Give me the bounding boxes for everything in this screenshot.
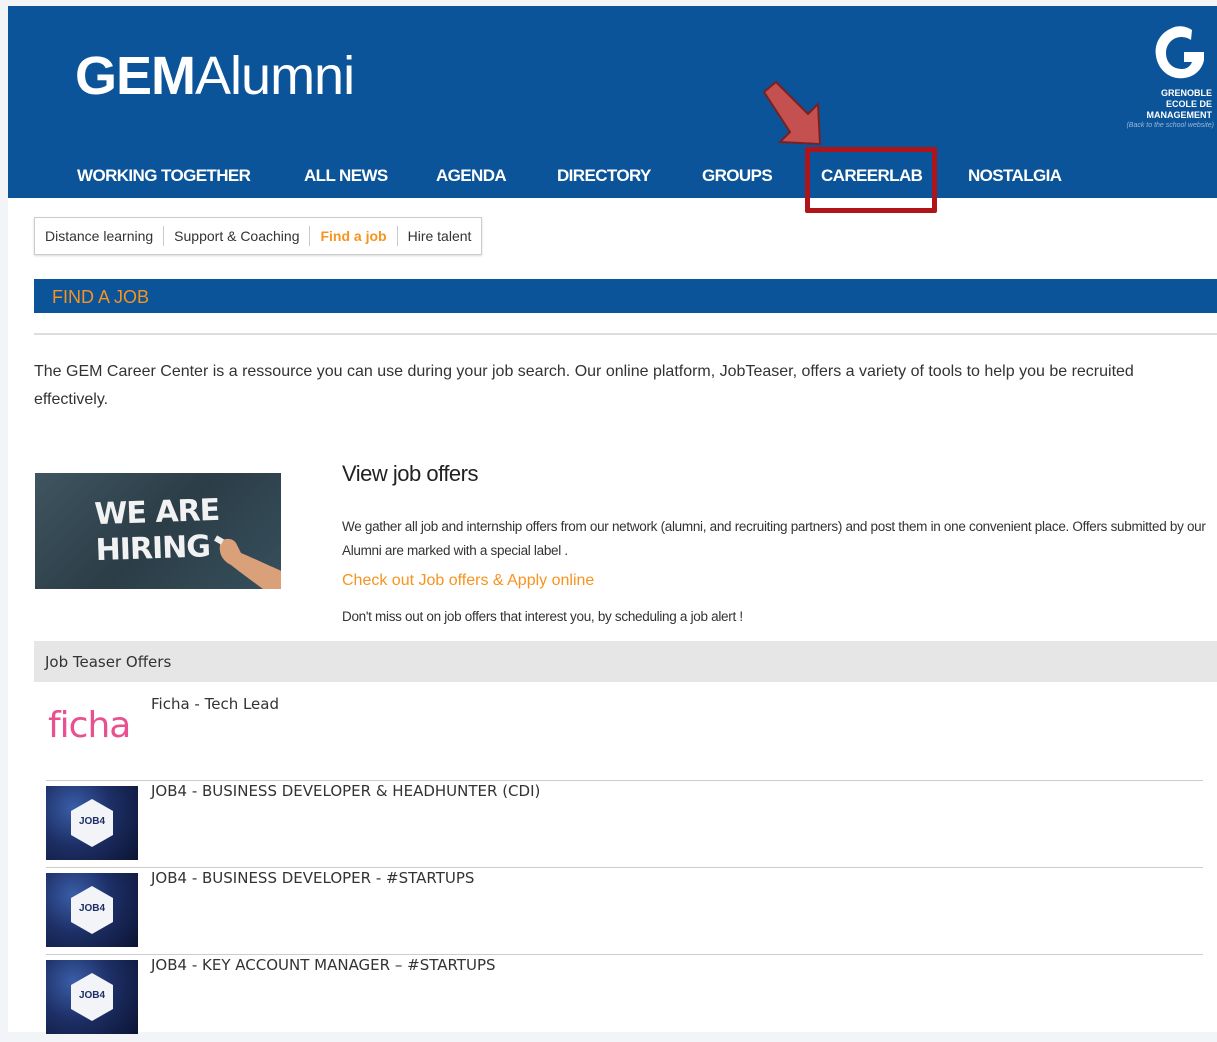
job-title[interactable]: JOB4 - BUSINESS DEVELOPER & HEADHUNTER (… bbox=[151, 782, 540, 800]
job-row[interactable]: JOB4 JOB4 - KEY ACCOUNT MANAGER – #START… bbox=[46, 956, 1203, 1042]
gem-alumni-logo[interactable]: GEMAlumni bbox=[75, 46, 355, 106]
careerlab-highlight-box bbox=[805, 147, 937, 213]
nav-all-news[interactable]: ALL NEWS bbox=[304, 166, 388, 186]
job4-logo: JOB4 bbox=[46, 960, 138, 1034]
hand-chalk-icon bbox=[214, 535, 281, 589]
job-teaser-title: Job Teaser Offers bbox=[45, 653, 172, 671]
job4-logo: JOB4 bbox=[46, 786, 138, 860]
apply-online-link[interactable]: Check out Job offers & Apply online bbox=[342, 572, 594, 590]
job-title[interactable]: JOB4 - BUSINESS DEVELOPER - #STARTUPS bbox=[151, 869, 474, 887]
page: GEMAlumni GRENOBLE ECOLE DE MANAGEMENT (… bbox=[8, 6, 1217, 1034]
job4-logo-text: JOB4 bbox=[78, 816, 106, 827]
school-logo[interactable]: GRENOBLE ECOLE DE MANAGEMENT (Back to th… bbox=[1102, 22, 1214, 137]
nav-nostalgia[interactable]: NOSTALGIA bbox=[968, 166, 1062, 186]
job-row[interactable]: JOB4 JOB4 - BUSINESS DEVELOPER & HEADHUN… bbox=[46, 782, 1203, 868]
grenoble-g-icon bbox=[1155, 26, 1204, 79]
school-name: GRENOBLE ECOLE DE MANAGEMENT bbox=[1146, 88, 1213, 120]
nav-agenda[interactable]: AGENDA bbox=[436, 166, 507, 186]
job-alert-text: Don't miss out on job offers that intere… bbox=[342, 609, 743, 624]
we-are-hiring-image: WE ARE HIRING bbox=[35, 473, 281, 589]
ficha-logo: ficha bbox=[48, 705, 131, 746]
row-divider bbox=[46, 954, 1203, 955]
row-divider bbox=[46, 867, 1203, 868]
row-divider bbox=[46, 780, 1203, 781]
job4-logo-text: JOB4 bbox=[78, 903, 106, 914]
subnav-support-coaching[interactable]: Support & Coaching bbox=[164, 226, 311, 246]
job-row[interactable]: ficha Ficha - Tech Lead bbox=[46, 695, 1203, 781]
intro-text: The GEM Career Center is a ressource you… bbox=[34, 363, 1134, 408]
site-header: GEMAlumni GRENOBLE ECOLE DE MANAGEMENT (… bbox=[8, 6, 1217, 198]
subnav-hire-talent[interactable]: Hire talent bbox=[398, 226, 482, 246]
job-title[interactable]: Ficha - Tech Lead bbox=[151, 695, 279, 713]
hiring-image-text: WE ARE HIRING bbox=[93, 492, 220, 569]
view-job-offers-description: We gather all job and internship offers … bbox=[342, 519, 1206, 558]
sub-nav: Distance learning Support & Coaching Fin… bbox=[34, 217, 483, 255]
job-teaser-header: Job Teaser Offers bbox=[34, 641, 1217, 682]
job4-logo: JOB4 bbox=[46, 873, 138, 947]
nav-directory[interactable]: DIRECTORY bbox=[557, 166, 651, 186]
subnav-distance-learning[interactable]: Distance learning bbox=[35, 226, 165, 246]
nav-working-together[interactable]: WORKING TOGETHER bbox=[77, 166, 251, 186]
section-header: FIND A JOB bbox=[34, 279, 1217, 313]
job4-logo-text: JOB4 bbox=[78, 990, 106, 1001]
main-nav: WORKING TOGETHER ALL NEWS AGENDA DIRECTO… bbox=[8, 156, 1217, 198]
subnav-find-a-job[interactable]: Find a job bbox=[310, 226, 398, 246]
back-to-school-link[interactable]: (Back to the school website) bbox=[1126, 122, 1214, 129]
section-title: FIND A JOB bbox=[52, 287, 150, 307]
annotation-arrow-icon bbox=[762, 80, 822, 146]
nav-groups[interactable]: GROUPS bbox=[702, 166, 773, 186]
view-job-offers-title: View job offers bbox=[342, 461, 479, 486]
job-title[interactable]: JOB4 - KEY ACCOUNT MANAGER – #STARTUPS bbox=[151, 956, 496, 974]
job-row[interactable]: JOB4 JOB4 - BUSINESS DEVELOPER - #STARTU… bbox=[46, 869, 1203, 955]
divider bbox=[34, 333, 1217, 335]
